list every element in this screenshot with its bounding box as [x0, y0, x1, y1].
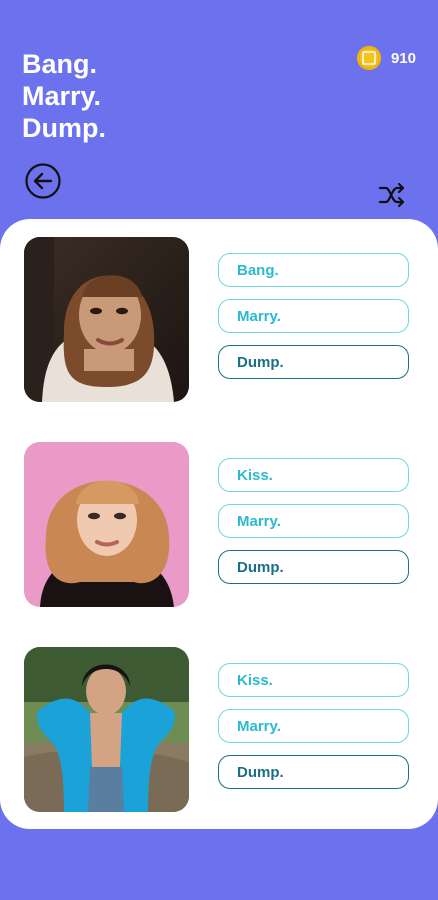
- person-row: Kiss. Marry. Dump.: [24, 647, 414, 812]
- coin-balance: 910: [356, 46, 416, 70]
- person-row: Kiss. Marry. Dump.: [24, 442, 414, 607]
- coin-count: 910: [390, 49, 416, 67]
- choice-button[interactable]: Dump.: [218, 345, 409, 379]
- title-line-3: Dump.: [22, 113, 106, 143]
- person-photo-3: [24, 647, 189, 812]
- choice-button[interactable]: Kiss.: [218, 663, 409, 697]
- back-arrow-icon: [25, 163, 61, 199]
- choice-button[interactable]: Marry.: [218, 504, 409, 538]
- choices-card: Bang. Marry. Dump. Kiss. Marry. Dump. Ki…: [0, 219, 438, 829]
- choice-buttons: Kiss. Marry. Dump.: [218, 458, 409, 584]
- choice-button[interactable]: Marry.: [218, 299, 409, 333]
- choice-button[interactable]: Dump.: [218, 550, 409, 584]
- title-line-2: Marry.: [22, 81, 102, 111]
- choice-buttons: Kiss. Marry. Dump.: [218, 663, 409, 789]
- choice-button[interactable]: Bang.: [218, 253, 409, 287]
- shuffle-icon: [378, 182, 405, 208]
- choice-button[interactable]: Marry.: [218, 709, 409, 743]
- choice-button[interactable]: Dump.: [218, 755, 409, 789]
- choice-buttons: Bang. Marry. Dump.: [218, 253, 409, 379]
- page-title: Bang. Marry. Dump.: [22, 48, 106, 144]
- back-button[interactable]: [24, 162, 62, 200]
- title-line-1: Bang.: [22, 49, 98, 79]
- coin-icon: [356, 46, 381, 70]
- person-photo-2: [24, 442, 189, 607]
- bottom-background: [0, 829, 438, 900]
- person-photo-1: [24, 237, 189, 402]
- shuffle-button[interactable]: [378, 182, 406, 208]
- person-row: Bang. Marry. Dump.: [24, 237, 414, 402]
- choice-button[interactable]: Kiss.: [218, 458, 409, 492]
